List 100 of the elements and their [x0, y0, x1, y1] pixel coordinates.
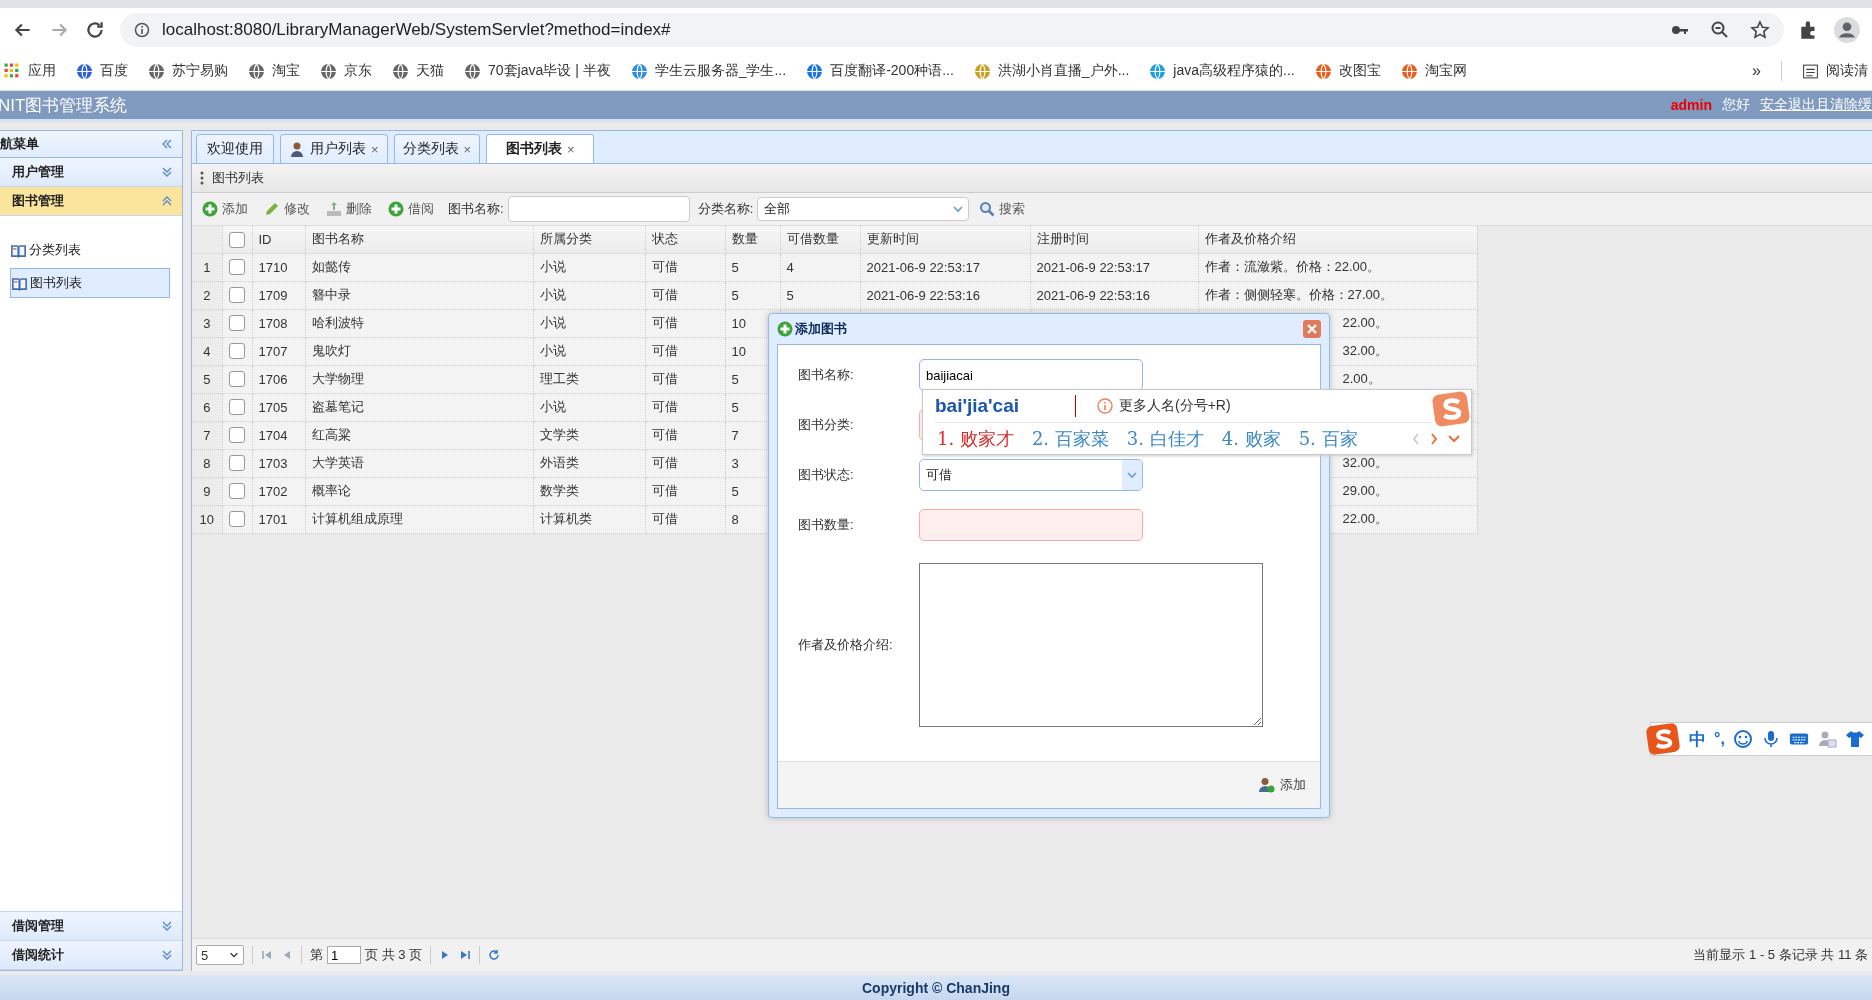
bookmark[interactable]: 70套java毕设 | 半夜: [464, 62, 611, 80]
column-header[interactable]: 图书名称: [305, 226, 533, 253]
column-header[interactable]: 注册时间: [1030, 226, 1198, 253]
book-name-field[interactable]: [507, 196, 690, 222]
reading-list-button[interactable]: 阅读清: [1802, 62, 1868, 80]
bookmark[interactable]: 百度: [76, 62, 128, 80]
ime-candidate[interactable]: 2. 百家菜: [1031, 426, 1109, 451]
bookmark[interactable]: java高级程序猿的...: [1149, 62, 1295, 80]
row-checkbox[interactable]: [229, 343, 245, 360]
bookmark[interactable]: 百度翻译-200种语...: [806, 62, 954, 80]
row-checkbox[interactable]: [229, 315, 245, 332]
dialog-title: 添加图书: [795, 320, 848, 338]
bookmark[interactable]: 淘宝: [248, 62, 300, 80]
ime-candidate[interactable]: 5. 百家: [1298, 426, 1358, 451]
toolbar-button[interactable]: 借阅: [382, 196, 440, 222]
tree-item[interactable]: 分类列表: [10, 236, 170, 264]
bookmark[interactable]: 淘宝网: [1400, 62, 1467, 80]
expand-icon[interactable]: [1447, 433, 1461, 444]
column-header[interactable]: ID: [252, 226, 305, 253]
bookmark[interactable]: 改图宝: [1314, 62, 1381, 80]
row-checkbox[interactable]: [229, 455, 245, 472]
row-checkbox[interactable]: [229, 483, 245, 500]
column-header[interactable]: 作者及价格介绍: [1198, 226, 1477, 253]
next-icon[interactable]: [1429, 431, 1439, 446]
reload-icon[interactable]: [84, 19, 106, 41]
add-button[interactable]: 添加: [1253, 775, 1312, 795]
input-mode-toggle[interactable]: 中: [1689, 727, 1706, 751]
sogou-logo-icon[interactable]: [1645, 722, 1681, 756]
row-checkbox[interactable]: [229, 287, 245, 304]
bookmark[interactable]: 学生云服务器_学生...: [630, 62, 787, 80]
table-cell: 1706: [258, 371, 288, 387]
tab[interactable]: 欢迎使用: [196, 134, 274, 163]
accordion-header[interactable]: 用户管理: [0, 158, 182, 187]
row-checkbox[interactable]: [229, 511, 245, 528]
select-all-checkbox[interactable]: [229, 231, 245, 248]
star-icon[interactable]: [1750, 20, 1770, 40]
column-header[interactable]: 数量: [725, 226, 780, 253]
table-cell: 3: [731, 455, 739, 471]
tab[interactable]: 用户列表 ×: [280, 134, 388, 163]
column-header[interactable]: 状态: [645, 226, 725, 253]
tab[interactable]: 分类列表 ×: [393, 134, 481, 163]
row-checkbox[interactable]: [229, 371, 245, 388]
info-icon[interactable]: [134, 22, 150, 38]
table-cell: 红高粱: [311, 427, 351, 442]
input-field[interactable]: [919, 509, 1143, 541]
table-cell: 4: [786, 259, 794, 275]
row-checkbox[interactable]: [229, 399, 245, 416]
table-cell: 5: [731, 287, 739, 303]
table-cell: 哈利波特: [311, 315, 364, 330]
table-cell: 5: [731, 399, 739, 415]
bookmark[interactable]: 苏宁易购: [148, 62, 228, 80]
accordion-header[interactable]: 图书管理: [0, 187, 182, 216]
category-dropdown[interactable]: 全部: [757, 197, 970, 221]
page-size-select[interactable]: 5: [196, 945, 244, 965]
status-dropdown[interactable]: 可借: [919, 459, 1143, 491]
ime-candidate[interactable]: 3. 白佳才: [1126, 426, 1204, 451]
zoom-icon[interactable]: [1710, 20, 1730, 40]
first-page-icon[interactable]: [261, 949, 273, 961]
close-icon[interactable]: ×: [463, 141, 472, 157]
tree-item[interactable]: 图书列表: [10, 268, 170, 298]
column-header[interactable]: 可借数量: [780, 226, 860, 253]
bookmark[interactable]: 洪湖小肖直播_户外...: [973, 62, 1130, 80]
smiley-icon[interactable]: [1732, 729, 1753, 749]
close-icon[interactable]: ×: [566, 141, 575, 157]
row-checkbox[interactable]: [229, 259, 245, 276]
shirt-icon[interactable]: [1844, 729, 1865, 749]
accordion-header[interactable]: 借阅统计: [0, 941, 182, 970]
search-button[interactable]: 搜索: [973, 196, 1032, 222]
punctuation-toggle[interactable]: °,: [1714, 730, 1725, 748]
table-cell: 1704: [258, 427, 288, 443]
more-bookmarks-button[interactable]: »: [1752, 62, 1761, 80]
table-cell: 可借: [651, 455, 678, 470]
row-checkbox[interactable]: [229, 427, 245, 444]
close-icon[interactable]: ×: [371, 141, 379, 157]
previous-icon[interactable]: [1411, 431, 1421, 446]
column-header[interactable]: 更新时间: [860, 226, 1030, 253]
bookmark[interactable]: 天猫: [392, 62, 444, 80]
table-cell: 可借: [651, 343, 678, 358]
column-header[interactable]: 所属分类: [533, 226, 645, 253]
input-field[interactable]: baijiacai: [919, 359, 1143, 391]
person-icon[interactable]: [1816, 729, 1837, 749]
page-number-field[interactable]: 1: [327, 946, 361, 964]
ime-candidate[interactable]: 4. 败家: [1221, 426, 1281, 451]
toolbar-button[interactable]: 添加: [196, 196, 254, 222]
table-cell: 2.00。: [1342, 370, 1381, 388]
last-page-icon[interactable]: [459, 949, 472, 961]
avatar-icon[interactable]: [1834, 17, 1860, 43]
bookmark[interactable]: 应用: [4, 62, 56, 80]
accordion-header[interactable]: 借阅管理: [0, 912, 182, 941]
field-label: 图书状态:: [798, 466, 855, 484]
refresh-icon[interactable]: [488, 949, 501, 961]
copyright-text: Copyright © ChanJing: [862, 979, 1010, 996]
toolbar-button[interactable]: 删除: [320, 196, 378, 222]
collapse-icon[interactable]: [160, 137, 174, 151]
bookmark[interactable]: 京东: [320, 62, 372, 80]
tab[interactable]: 图书列表 ×: [486, 134, 595, 163]
ime-candidate[interactable]: 1. 败家才: [937, 426, 1014, 451]
close-icon[interactable]: [1303, 320, 1321, 338]
toolbar-button[interactable]: 修改: [258, 196, 316, 222]
address-bar[interactable]: localhost:8080/LibraryManagerWeb/SystemServlet?method=index#: [120, 13, 1784, 47]
